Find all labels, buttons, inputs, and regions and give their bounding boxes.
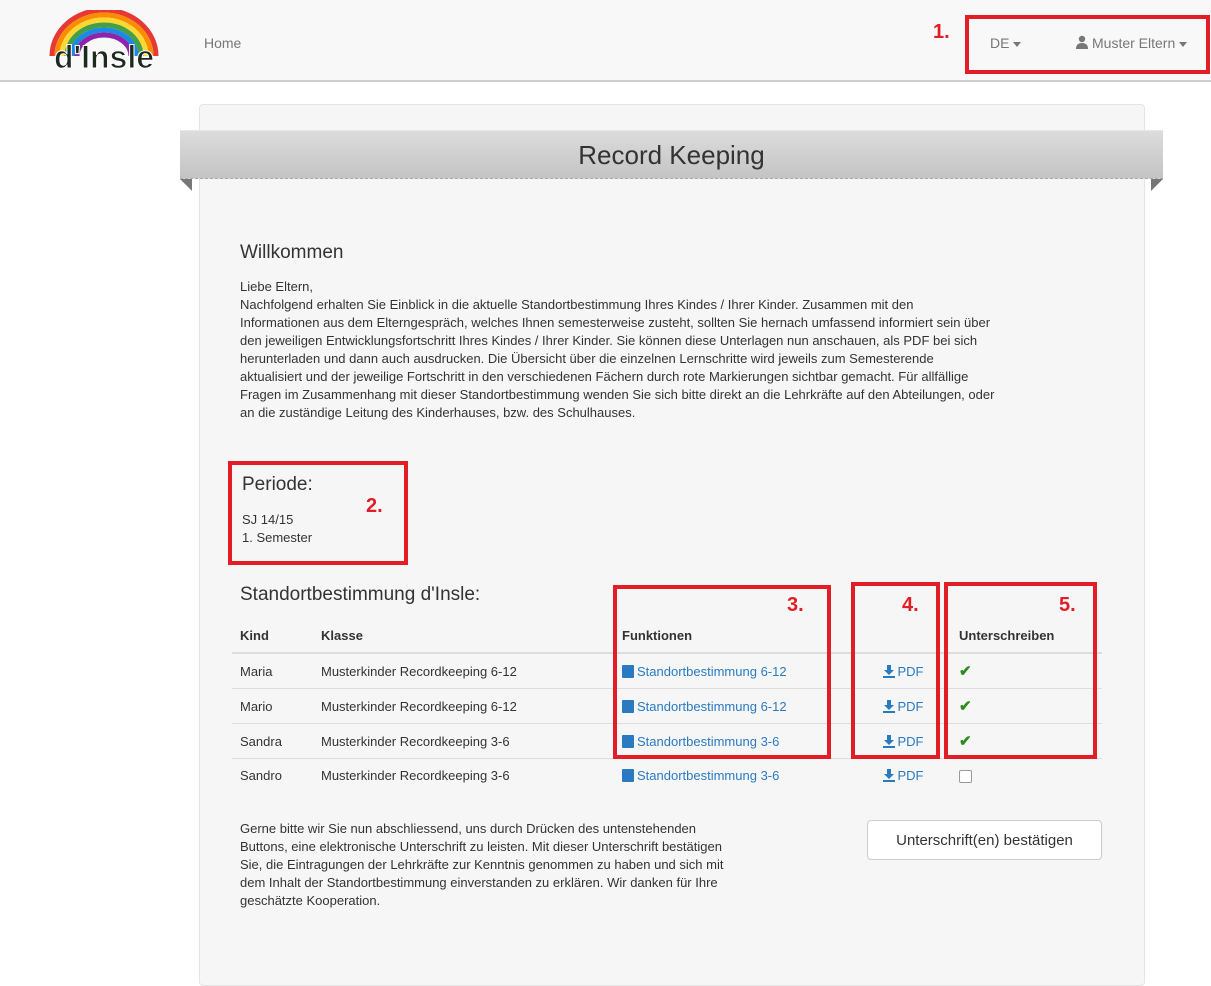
welcome-line: den jeweiligen Entwicklungsfortschritt I… <box>240 333 978 348</box>
annotation-label-3: 3. <box>787 594 804 616</box>
download-icon <box>882 769 895 782</box>
cell-klasse: Musterkinder Recordkeeping 6-12 <box>313 652 614 689</box>
pdf-label[interactable]: PDF <box>898 768 924 783</box>
welcome-heading: Willkommen <box>240 242 344 263</box>
welcome-line: an die zuständige Leitung des Kinderhaus… <box>240 405 636 420</box>
annotation-label-4: 4. <box>902 594 919 616</box>
welcome-text: Liebe Eltern, Nachfolgend erhalten Sie E… <box>240 278 1100 422</box>
cell-kind: Sandra <box>232 723 313 759</box>
title-ribbon: Record Keeping <box>180 130 1163 179</box>
records-heading: Standortbestimmung d'Insle: <box>240 584 481 605</box>
book-icon <box>622 769 634 782</box>
cell-kind: Maria <box>232 652 313 689</box>
footer-line: Buttons, eine elektronische Unterschrift… <box>240 839 722 854</box>
nav-home-link[interactable]: Home <box>204 35 241 51</box>
page-title: Record Keeping <box>578 140 765 170</box>
annotation-box-1 <box>965 15 1210 74</box>
annotation-label-5: 5. <box>1059 594 1076 616</box>
cell-kind: Mario <box>232 688 313 724</box>
welcome-greeting: Liebe Eltern, <box>240 279 313 294</box>
sign-status <box>951 758 1102 792</box>
dinsle-logo[interactable]: d'Insle <box>44 10 164 72</box>
annotation-label-2: 2. <box>366 495 383 517</box>
link-label[interactable]: Standortbestimmung 3-6 <box>637 768 779 783</box>
col-header-kind: Kind <box>232 618 313 654</box>
annotation-label-1: 1. <box>933 21 950 43</box>
table-row: Sandro Musterkinder Recordkeeping 3-6 St… <box>232 758 1102 792</box>
footer-line: geschätzte Kooperation. <box>240 893 381 908</box>
welcome-line: herunterladen und dann auch ausdrucken. … <box>240 351 934 366</box>
col-header-klasse: Klasse <box>313 618 614 654</box>
cell-klasse: Musterkinder Recordkeeping 6-12 <box>313 688 614 724</box>
welcome-line: Fragen im Zusammenhang mit dieser Stando… <box>240 387 995 402</box>
welcome-line: Informationen aus dem Elterngespräch, we… <box>240 315 991 330</box>
cell-klasse: Musterkinder Recordkeeping 3-6 <box>313 758 614 792</box>
welcome-line: Nachfolgend erhalten Sie Einblick in die… <box>240 297 914 312</box>
welcome-line: aktualisiert und der jeweilige Fortschri… <box>240 369 969 384</box>
ribbon-fold-left <box>180 179 192 191</box>
pdf-download-link[interactable]: PDF <box>855 758 951 792</box>
ribbon-fold-right <box>1151 179 1163 191</box>
footer-line: dem Inhalt der Standortbestimmung einver… <box>240 875 718 890</box>
sign-checkbox[interactable] <box>959 770 972 784</box>
cell-klasse: Musterkinder Recordkeeping 3-6 <box>313 723 614 759</box>
footer-line: Sie, die Eintragungen der Lehrkräfte zur… <box>240 857 724 872</box>
footer-line: Gerne bitte wir Sie nun abschliessend, u… <box>240 821 697 836</box>
confirm-signatures-button[interactable]: Unterschrift(en) bestätigen <box>867 820 1102 860</box>
signature-info-text: Gerne bitte wir Sie nun abschliessend, u… <box>240 820 800 910</box>
standortbestimmung-link[interactable]: Standortbestimmung 3-6 <box>614 758 855 792</box>
logo-text: d'Insle <box>54 39 154 72</box>
annotation-box-4 <box>851 582 940 759</box>
cell-kind: Sandro <box>232 758 313 792</box>
